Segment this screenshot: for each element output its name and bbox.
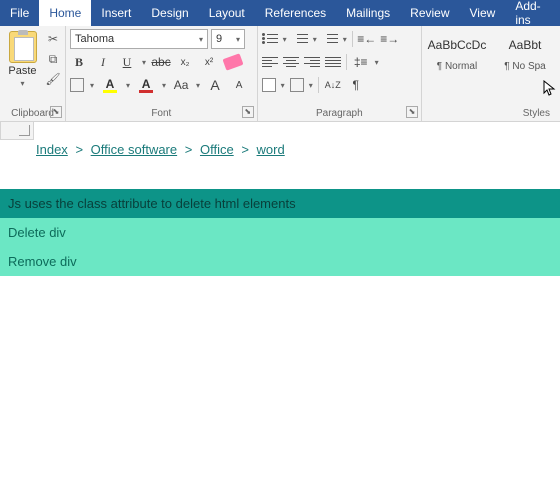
highlight-color-bar	[103, 90, 117, 93]
superscript-button[interactable]: x²	[200, 53, 218, 71]
chevron-down-icon[interactable]: ▾	[343, 35, 347, 44]
decrease-indent-icon[interactable]: ≡←	[358, 30, 376, 48]
tab-design[interactable]: Design	[141, 0, 198, 26]
content-row-delete[interactable]: Delete div	[0, 218, 560, 247]
tab-home[interactable]: Home	[39, 0, 91, 26]
bullets-icon[interactable]	[262, 32, 278, 46]
show-marks-button[interactable]: ¶	[347, 76, 365, 94]
chevron-down-icon[interactable]: ▾	[283, 35, 287, 44]
bold-button[interactable]: B	[70, 53, 88, 71]
style-no-spacing[interactable]: AaBbt ¶ No Spa	[494, 31, 556, 72]
clipboard-icon	[9, 31, 37, 63]
group-clipboard: Paste ▾ ✂ ⧉ 🖌 Clipboard ⬊	[0, 26, 66, 121]
chevron-down-icon[interactable]: ▾	[142, 58, 146, 67]
breadcrumb-office[interactable]: Office	[200, 142, 234, 157]
font-color-button[interactable]: A	[136, 78, 156, 93]
copy-icon[interactable]: ⧉	[45, 51, 61, 67]
sort-button[interactable]: A↓Z	[324, 76, 342, 94]
paste-label: Paste	[8, 65, 36, 77]
chevron-down-icon: ▾	[236, 35, 240, 44]
group-font: Tahoma ▾ 9 ▾ B I U ▾ abc x₂ x² ▾	[66, 26, 258, 121]
subscript-button[interactable]: x₂	[176, 53, 194, 71]
tab-addins[interactable]: Add-ins	[505, 0, 560, 26]
document-area[interactable]: Index > Office software > Office > word …	[0, 122, 560, 276]
text-effects-button[interactable]	[70, 78, 84, 92]
chevron-down-icon[interactable]: ▾	[313, 35, 317, 44]
tab-view[interactable]: View	[460, 0, 506, 26]
borders-button[interactable]	[290, 78, 304, 92]
cut-icon[interactable]: ✂	[45, 31, 61, 47]
group-paragraph: ▾ ▾ ▾ ≡← ≡→ ‡≡ ▾ ▾ ▾ A↓Z ¶	[258, 26, 422, 121]
group-styles: AaBbCcDc ¶ Normal AaBbt ¶ No Spa Styles	[422, 26, 560, 121]
tab-file[interactable]: File	[0, 0, 39, 26]
chevron-down-icon[interactable]: ▾	[309, 81, 313, 90]
group-label-font: Font	[70, 106, 253, 119]
align-right-icon[interactable]	[304, 56, 320, 68]
ribbon: Paste ▾ ✂ ⧉ 🖌 Clipboard ⬊ Tahoma ▾ 9 ▾	[0, 26, 560, 122]
underline-button[interactable]: U	[118, 53, 136, 71]
chevron-down-icon: ▾	[199, 35, 203, 44]
breadcrumb-office-software[interactable]: Office software	[91, 142, 177, 157]
font-color-bar	[139, 90, 153, 93]
align-center-icon[interactable]	[283, 56, 299, 68]
chevron-down-icon[interactable]: ▾	[90, 81, 94, 90]
change-case-button[interactable]: Aa	[172, 76, 190, 94]
strikethrough-button[interactable]: abc	[152, 53, 170, 71]
breadcrumb: Index > Office software > Office > word	[0, 122, 560, 165]
justify-icon[interactable]	[325, 56, 341, 68]
ribbon-tabs: File Home Insert Design Layout Reference…	[0, 0, 560, 26]
font-size-combo[interactable]: 9 ▾	[211, 29, 245, 49]
multilevel-icon[interactable]	[322, 32, 338, 46]
content-title-row[interactable]: Js uses the class attribute to delete ht…	[0, 189, 560, 218]
font-family-value: Tahoma	[75, 33, 114, 45]
chevron-down-icon[interactable]: ▾	[375, 58, 379, 67]
content-row-remove[interactable]: Remove div	[0, 247, 560, 276]
shrink-font-button[interactable]: A	[230, 76, 248, 94]
chevron-down-icon[interactable]: ▾	[162, 81, 166, 90]
breadcrumb-index[interactable]: Index	[36, 142, 68, 157]
paragraph-launcher[interactable]: ⬊	[406, 106, 418, 118]
clipboard-launcher[interactable]: ⬊	[50, 106, 62, 118]
clear-formatting-icon[interactable]	[223, 53, 244, 70]
align-left-icon[interactable]	[262, 56, 278, 68]
style-normal[interactable]: AaBbCcDc ¶ Normal	[426, 31, 488, 72]
tab-review[interactable]: Review	[400, 0, 459, 26]
tab-insert[interactable]: Insert	[91, 0, 141, 26]
ruler-corner	[0, 122, 34, 140]
font-family-combo[interactable]: Tahoma ▾	[70, 29, 208, 49]
font-launcher[interactable]: ⬊	[242, 106, 254, 118]
tab-references[interactable]: References	[255, 0, 336, 26]
document-content: Js uses the class attribute to delete ht…	[0, 189, 560, 276]
italic-button[interactable]: I	[94, 53, 112, 71]
chevron-down-icon[interactable]: ▾	[281, 81, 285, 90]
paste-button[interactable]: Paste ▾	[4, 29, 41, 90]
tab-layout[interactable]: Layout	[199, 0, 255, 26]
format-painter-icon[interactable]: 🖌	[45, 71, 61, 87]
shading-button[interactable]	[262, 78, 276, 92]
chevron-down-icon[interactable]: ▾	[126, 81, 130, 90]
numbering-icon[interactable]	[292, 32, 308, 46]
group-label-paragraph: Paragraph	[262, 106, 417, 119]
font-size-value: 9	[216, 33, 222, 45]
line-spacing-icon[interactable]: ‡≡	[352, 53, 370, 71]
grow-font-button[interactable]: A	[206, 76, 224, 94]
increase-indent-icon[interactable]: ≡→	[381, 30, 399, 48]
chevron-down-icon: ▾	[20, 79, 24, 88]
group-label-styles: Styles	[426, 106, 556, 119]
tab-mailings[interactable]: Mailings	[336, 0, 400, 26]
highlight-button[interactable]: A	[100, 78, 120, 93]
chevron-down-icon[interactable]: ▾	[196, 81, 200, 90]
breadcrumb-word[interactable]: word	[257, 142, 285, 157]
